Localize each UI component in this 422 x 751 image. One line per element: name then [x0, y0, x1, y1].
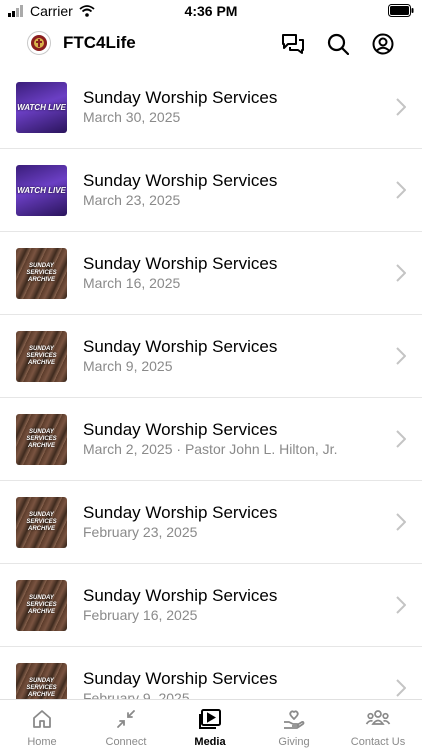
list-item[interactable]: SUNDAY SERVICES ARCHIVE Sunday Worship S… — [0, 647, 422, 699]
tab-label: Home — [27, 736, 57, 748]
app-title: FTC4Life — [63, 33, 136, 52]
list-item[interactable]: WATCH LIVE Sunday Worship Services March… — [0, 149, 422, 232]
archive-thumbnail: SUNDAY SERVICES ARCHIVE — [16, 580, 67, 631]
thumbnail-text: WATCH LIVE — [17, 103, 66, 112]
chevron-right-icon — [396, 596, 406, 614]
list-item[interactable]: SUNDAY SERVICES ARCHIVE Sunday Worship S… — [0, 232, 422, 315]
item-subtitle: March 2, 2025 · Pastor John L. Hilton, J… — [83, 441, 338, 457]
tab-label: Contact Us — [350, 736, 406, 748]
media-list: WATCH LIVE Sunday Worship Services March… — [0, 66, 422, 699]
contact-icon — [365, 710, 391, 725]
list-item[interactable]: WATCH LIVE Sunday Worship Services March… — [0, 66, 422, 149]
chat-icon[interactable] — [280, 31, 306, 57]
chevron-right-icon — [396, 430, 406, 448]
item-subtitle: March 16, 2025 — [83, 275, 181, 291]
item-title: Sunday Worship Services — [83, 337, 278, 356]
home-icon — [33, 710, 51, 728]
chevron-right-icon — [396, 181, 406, 199]
item-title: Sunday Worship Services — [83, 254, 278, 273]
archive-thumbnail: SUNDAY SERVICES ARCHIVE — [16, 331, 67, 382]
tab-label: Connect — [105, 736, 147, 748]
item-subtitle: February 9, 2025 — [83, 690, 190, 699]
list-item[interactable]: SUNDAY SERVICES ARCHIVE Sunday Worship S… — [0, 564, 422, 647]
item-title: Sunday Worship Services — [83, 503, 278, 522]
list-item[interactable]: SUNDAY SERVICES ARCHIVE Sunday Worship S… — [0, 315, 422, 398]
archive-thumbnail: SUNDAY SERVICES ARCHIVE — [16, 414, 67, 465]
item-subtitle: March 23, 2025 — [83, 192, 181, 208]
status-time: 4:36 PM — [184, 3, 238, 19]
item-subtitle: March 30, 2025 — [83, 109, 181, 125]
list-item[interactable]: SUNDAY SERVICES ARCHIVE Sunday Worship S… — [0, 398, 422, 481]
profile-icon[interactable] — [370, 31, 396, 57]
status-bar: Carrier 4:36 PM — [0, 0, 422, 24]
chevron-right-icon — [396, 98, 406, 116]
watch-live-thumbnail: WATCH LIVE — [16, 82, 67, 133]
chevron-right-icon — [396, 679, 406, 697]
tab-label: Giving — [278, 736, 310, 748]
tab-home[interactable]: Home — [0, 700, 84, 751]
chevron-right-icon — [396, 513, 406, 531]
media-icon — [199, 709, 221, 729]
tab-connect[interactable]: Connect — [84, 700, 168, 751]
chevron-right-icon — [396, 264, 406, 282]
tab-media[interactable]: Media — [168, 700, 252, 751]
thumbnail-text: SUNDAY SERVICES ARCHIVE — [26, 263, 57, 283]
tab-bar: Home Connect Media Giving Contact Us — [0, 699, 422, 751]
search-icon[interactable] — [325, 31, 351, 57]
archive-thumbnail: SUNDAY SERVICES ARCHIVE — [16, 663, 67, 699]
thumbnail-text: WATCH LIVE — [17, 186, 66, 195]
tab-label: Media — [194, 736, 226, 748]
giving-icon — [284, 710, 305, 729]
item-title: Sunday Worship Services — [83, 586, 278, 605]
archive-thumbnail: SUNDAY SERVICES ARCHIVE — [16, 248, 67, 299]
item-title: Sunday Worship Services — [83, 669, 278, 688]
app-header: FTC4Life — [0, 24, 422, 64]
archive-thumbnail: SUNDAY SERVICES ARCHIVE — [16, 497, 67, 548]
watch-live-thumbnail: WATCH LIVE — [16, 165, 67, 216]
church-logo — [27, 31, 51, 55]
thumbnail-text: SUNDAY SERVICES ARCHIVE — [26, 678, 57, 698]
item-subtitle: February 23, 2025 — [83, 524, 198, 540]
chevron-right-icon — [396, 347, 406, 365]
thumbnail-text: SUNDAY SERVICES ARCHIVE — [26, 512, 57, 532]
item-title: Sunday Worship Services — [83, 171, 278, 190]
tab-giving[interactable]: Giving — [252, 700, 336, 751]
list-item[interactable]: SUNDAY SERVICES ARCHIVE Sunday Worship S… — [0, 481, 422, 564]
thumbnail-text: SUNDAY SERVICES ARCHIVE — [26, 429, 57, 449]
tab-contact-us[interactable]: Contact Us — [336, 700, 420, 751]
item-title: Sunday Worship Services — [83, 88, 278, 107]
thumbnail-text: SUNDAY SERVICES ARCHIVE — [26, 346, 57, 366]
item-subtitle: February 16, 2025 — [83, 607, 198, 623]
battery-icon — [388, 4, 414, 22]
thumbnail-text: SUNDAY SERVICES ARCHIVE — [26, 595, 57, 615]
item-title: Sunday Worship Services — [83, 420, 278, 439]
item-subtitle: March 9, 2025 — [83, 358, 173, 374]
connect-icon — [117, 710, 135, 728]
